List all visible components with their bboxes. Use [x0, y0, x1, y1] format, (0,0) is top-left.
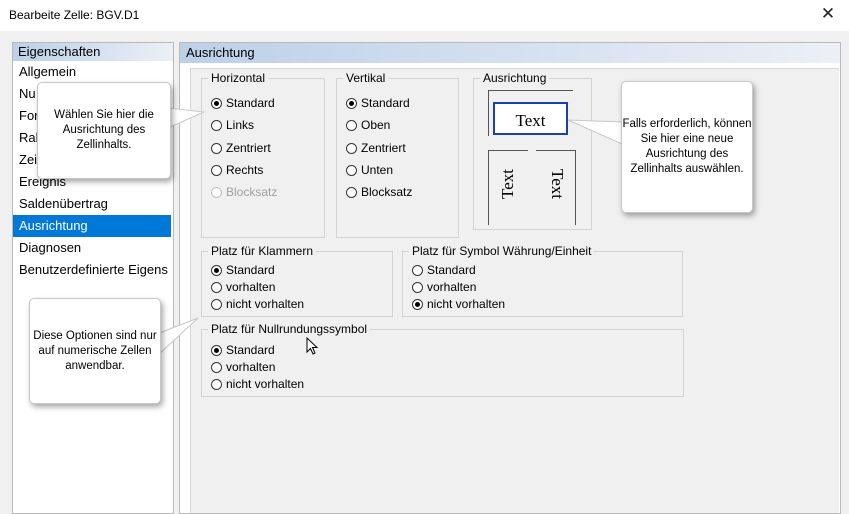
- radio-circle: [211, 344, 222, 356]
- sidebar-item-benutzerdefinierte[interactable]: Benutzerdefinierte Eigens: [13, 259, 173, 281]
- orientation-up-text[interactable]: Text: [498, 169, 518, 199]
- close-icon[interactable]: ✕: [817, 4, 839, 26]
- radio-circle: [211, 164, 222, 176]
- klammern-group: Platz für Klammern Standard vorhalten ni…: [201, 244, 393, 317]
- radio-label: Links: [226, 118, 255, 132]
- radio-circle: [412, 298, 423, 310]
- radio-label: Oben: [361, 118, 391, 132]
- horizontal-blocksatz-radio: Blocksatz: [211, 185, 277, 199]
- vertikal-oben-radio[interactable]: Oben: [346, 118, 390, 132]
- callout-numeric-text: Diese Optionen sind nur auf numerische Z…: [33, 329, 157, 372]
- orientation-down-text[interactable]: Text: [547, 169, 567, 199]
- radio-label: Unten: [361, 163, 394, 177]
- orientation-guide-line: [536, 150, 576, 151]
- symbol-nicht-vorhalten-radio[interactable]: nicht vorhalten: [412, 297, 505, 311]
- radio-label: Standard: [226, 263, 275, 277]
- radio-circle: [211, 119, 222, 131]
- radio-circle: [211, 361, 222, 373]
- symbol-vorhalten-radio[interactable]: vorhalten: [412, 280, 476, 294]
- sidebar-item-diagnosen[interactable]: Diagnosen: [13, 237, 173, 259]
- symbol-legend: Platz für Symbol Währung/Einheit: [409, 244, 595, 258]
- vertikal-zentriert-radio[interactable]: Zentriert: [346, 141, 406, 155]
- radio-label: Zentriert: [226, 141, 271, 155]
- orientation-guide-line: [488, 150, 489, 225]
- nullrundung-legend: Platz für Nullrundungssymbol: [208, 322, 371, 336]
- callout-numeric: Diese Optionen sind nur auf numerische Z…: [29, 298, 161, 404]
- radio-circle: [211, 142, 222, 154]
- radio-label: Blocksatz: [361, 185, 413, 199]
- sidebar-item-saldenuebertrag[interactable]: Saldenübertrag: [13, 193, 173, 215]
- horizontal-standard-radio[interactable]: Standard: [211, 96, 275, 110]
- sidebar-header: Eigenschaften: [13, 43, 173, 61]
- radio-label: vorhalten: [226, 360, 276, 374]
- title-bar: Bearbeite Zelle: BGV.D1 ✕: [0, 0, 849, 31]
- orientation-horizontal-text[interactable]: Text: [493, 102, 568, 135]
- callout-orientation-text: Falls erforderlich, können Sie hier eine…: [622, 118, 752, 175]
- radio-label: Standard: [361, 96, 410, 110]
- radio-circle: [211, 281, 222, 293]
- radio-circle: [412, 281, 423, 293]
- orientation-guide-line: [575, 150, 576, 225]
- klammern-nicht-vorhalten-radio[interactable]: nicht vorhalten: [211, 297, 304, 311]
- radio-circle: [211, 186, 222, 198]
- radio-circle: [346, 186, 357, 198]
- orientation-guide-line: [488, 90, 573, 91]
- vertikal-standard-radio[interactable]: Standard: [346, 96, 410, 110]
- radio-label: nicht vorhalten: [226, 297, 305, 311]
- radio-circle: [346, 164, 357, 176]
- horizontal-group: Horizontal Standard Links Zentriert Rech…: [201, 71, 325, 238]
- orientation-guide-line: [488, 90, 489, 136]
- radio-label: Zentriert: [361, 141, 406, 155]
- klammern-legend: Platz für Klammern: [208, 244, 317, 258]
- mouse-cursor-icon: [306, 337, 319, 355]
- radio-label: Standard: [427, 263, 476, 277]
- radio-circle: [346, 97, 357, 109]
- orientation-guide-line: [488, 150, 528, 151]
- nullrundung-group: Platz für Nullrundungssymbol Standard vo…: [201, 322, 684, 397]
- radio-label: vorhalten: [226, 280, 276, 294]
- nullrundung-standard-radio[interactable]: Standard: [211, 343, 275, 357]
- klammern-standard-radio[interactable]: Standard: [211, 263, 275, 277]
- callout-alignment: Wählen Sie hier die Ausrichtung des Zell…: [37, 82, 171, 179]
- radio-circle: [346, 119, 357, 131]
- callout-orientation: Falls erforderlich, können Sie hier eine…: [621, 81, 753, 213]
- radio-label: vorhalten: [427, 280, 477, 294]
- symbol-standard-radio[interactable]: Standard: [412, 263, 476, 277]
- vertikal-group: Vertikal Standard Oben Zentriert Unten B…: [336, 71, 459, 238]
- radio-label: Blocksatz: [226, 185, 278, 199]
- radio-label: nicht vorhalten: [226, 377, 305, 391]
- horizontal-links-radio[interactable]: Links: [211, 118, 254, 132]
- radio-label: Standard: [226, 343, 275, 357]
- vertikal-unten-radio[interactable]: Unten: [346, 163, 393, 177]
- radio-circle: [211, 264, 222, 276]
- radio-label: nicht vorhalten: [427, 297, 506, 311]
- window-title: Bearbeite Zelle: BGV.D1: [9, 8, 140, 22]
- klammern-vorhalten-radio[interactable]: vorhalten: [211, 280, 275, 294]
- radio-label: Standard: [226, 96, 275, 110]
- ausrichtung-legend: Ausrichtung: [480, 71, 550, 85]
- vertikal-blocksatz-radio[interactable]: Blocksatz: [346, 185, 412, 199]
- radio-circle: [211, 298, 222, 310]
- vertikal-legend: Vertikal: [343, 71, 389, 85]
- horizontal-legend: Horizontal: [208, 71, 269, 85]
- horizontal-zentriert-radio[interactable]: Zentriert: [211, 141, 271, 155]
- nullrundung-vorhalten-radio[interactable]: vorhalten: [211, 360, 275, 374]
- radio-label: Rechts: [226, 163, 264, 177]
- sidebar-item-ausrichtung[interactable]: Ausrichtung: [13, 215, 171, 237]
- callout-alignment-text: Wählen Sie hier die Ausrichtung des Zell…: [54, 109, 154, 151]
- ausrichtung-group: Ausrichtung Text Text Text: [473, 71, 592, 230]
- radio-circle: [346, 142, 357, 154]
- sidebar-item-allgemein[interactable]: Allgemein: [13, 61, 173, 83]
- nullrundung-nicht-vorhalten-radio[interactable]: nicht vorhalten: [211, 377, 304, 391]
- radio-circle: [412, 264, 423, 276]
- symbol-group: Platz für Symbol Währung/Einheit Standar…: [402, 244, 683, 317]
- radio-circle: [211, 378, 222, 390]
- horizontal-rechts-radio[interactable]: Rechts: [211, 163, 263, 177]
- panel-header: Ausrichtung: [180, 43, 840, 63]
- radio-circle: [211, 97, 222, 109]
